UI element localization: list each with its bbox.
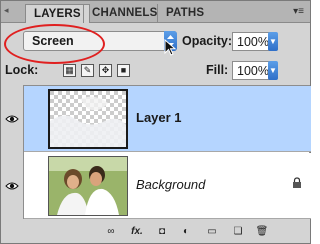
- panel-tab-bar: ◂ LAYERS CHANNELS PATHS ▾≡: [1, 1, 310, 23]
- eye-icon[interactable]: [5, 114, 19, 124]
- opacity-dropdown-arrow-icon[interactable]: ▼: [268, 32, 278, 51]
- eye-icon[interactable]: [5, 181, 19, 191]
- lock-label: Lock:: [5, 63, 39, 77]
- layer-row[interactable]: Layer 1: [24, 86, 311, 152]
- link-layers-icon[interactable]: ∞: [104, 225, 118, 239]
- new-layer-icon[interactable]: ❏: [231, 225, 245, 239]
- tab-layers[interactable]: LAYERS: [25, 4, 90, 23]
- lock-transparent-pixels-icon[interactable]: ▦: [63, 64, 76, 77]
- layers-list: Layer 1 Background: [23, 85, 311, 219]
- layer-thumbnail: [48, 89, 128, 149]
- fill-dropdown-arrow-icon[interactable]: ▼: [268, 61, 278, 80]
- tab-paths[interactable]: PATHS: [157, 4, 212, 23]
- layer-style-icon[interactable]: fx.: [127, 225, 147, 239]
- add-mask-icon[interactable]: ◘: [155, 225, 169, 239]
- adjustment-layer-icon[interactable]: ◐: [179, 225, 193, 239]
- collapse-icon[interactable]: ◂: [4, 5, 18, 15]
- lock-all-icon[interactable]: ■: [117, 64, 130, 77]
- trash-icon[interactable]: 🗑: [255, 225, 269, 239]
- tab-channels[interactable]: CHANNELS: [83, 4, 166, 23]
- layer-thumbnail: [48, 156, 128, 216]
- opacity-input[interactable]: 100%: [232, 32, 270, 51]
- layer-name[interactable]: Layer 1: [136, 110, 182, 125]
- panel-menu-icon[interactable]: ▾≡: [293, 6, 304, 17]
- fill-label: Fill:: [206, 63, 229, 77]
- opacity-label: Opacity:: [182, 34, 233, 48]
- layers-toolbar: ∞ fx. ◘ ◐ ▭ ❏ 🗑: [1, 221, 310, 243]
- layer-name[interactable]: Background: [136, 177, 205, 192]
- annotation-highlight-circle: [4, 24, 105, 64]
- visibility-column: [1, 85, 23, 219]
- layer-row[interactable]: Background: [24, 153, 311, 219]
- lock-icon: [293, 177, 301, 188]
- mouse-cursor-icon: [164, 39, 177, 56]
- lock-position-icon[interactable]: ✥: [99, 64, 112, 77]
- layers-panel: ◂ LAYERS CHANNELS PATHS ▾≡ Screen Opacit…: [0, 0, 311, 244]
- lock-image-pixels-icon[interactable]: ✎: [81, 64, 94, 77]
- new-group-icon[interactable]: ▭: [205, 225, 219, 239]
- fill-input[interactable]: 100%: [232, 61, 270, 80]
